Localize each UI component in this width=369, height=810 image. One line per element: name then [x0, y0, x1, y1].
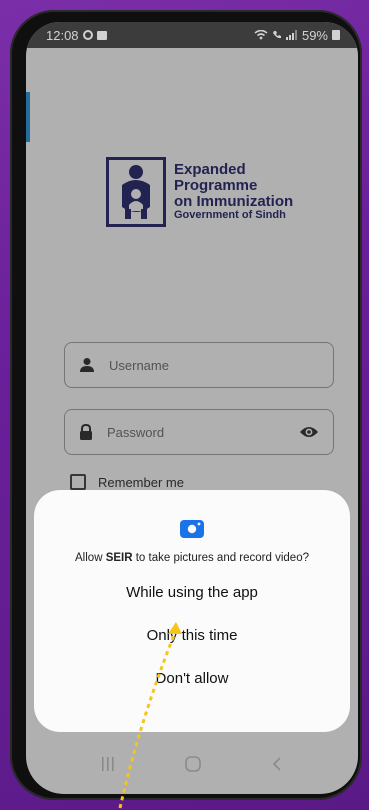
status-time: 12:08 — [46, 27, 79, 43]
only-this-time-button[interactable]: Only this time — [127, 619, 258, 652]
password-placeholder: Password — [107, 424, 165, 440]
status-bar: 12:08 59% — [26, 22, 358, 48]
battery-icon — [332, 30, 340, 40]
screen: 12:08 59% Expanded Programme on Immuniza… — [26, 22, 358, 794]
eye-icon[interactable] — [299, 425, 319, 439]
prompt-app-name: SEIR — [105, 552, 133, 564]
permission-prompt: Allow SEIR to take pictures and record v… — [75, 552, 309, 564]
epi-logo: Expanded Programme on Immunization Gover… — [106, 157, 293, 227]
logo-line-2: Programme — [174, 176, 258, 194]
back-icon[interactable] — [272, 757, 282, 771]
permission-dialog: Allow SEIR to take pictures and record v… — [34, 490, 350, 732]
signal-icon — [285, 30, 297, 40]
username-placeholder: Username — [109, 357, 169, 373]
scroll-accent — [26, 92, 30, 142]
logo-line-3: on Immunization — [174, 192, 294, 210]
password-field[interactable]: Password — [64, 409, 334, 455]
logo-line-1: Expanded — [174, 161, 246, 179]
prompt-suffix: to take pictures and record video? — [132, 552, 309, 564]
logo-text: Expanded Programme on Immunization Gover… — [174, 162, 293, 222]
remember-label: Remember me — [98, 474, 184, 490]
lock-icon — [80, 423, 92, 440]
battery-level: 59% — [301, 27, 328, 43]
remember-checkbox[interactable] — [70, 474, 86, 490]
person-icon — [80, 358, 94, 372]
remember-me[interactable]: Remember me — [70, 474, 184, 490]
username-field[interactable]: Username — [64, 342, 334, 388]
family-emblem-icon — [122, 165, 150, 219]
image-icon — [96, 30, 107, 40]
camera-icon — [180, 520, 204, 538]
status-left: 12:08 — [46, 28, 107, 43]
wifi-icon — [254, 30, 268, 40]
recents-icon[interactable] — [101, 757, 114, 771]
whatsapp-icon — [82, 30, 93, 40]
call-icon — [272, 31, 281, 39]
home-icon[interactable] — [185, 756, 201, 772]
dont-allow-button[interactable]: Don't allow — [136, 662, 249, 695]
prompt-prefix: Allow — [75, 552, 106, 564]
while-using-app-button[interactable]: While using the app — [106, 576, 278, 609]
logo-emblem — [106, 157, 166, 227]
logo-line-4: Government of Sindh — [174, 209, 286, 222]
navigation-bar — [26, 734, 358, 794]
status-right: 59% — [254, 28, 340, 43]
